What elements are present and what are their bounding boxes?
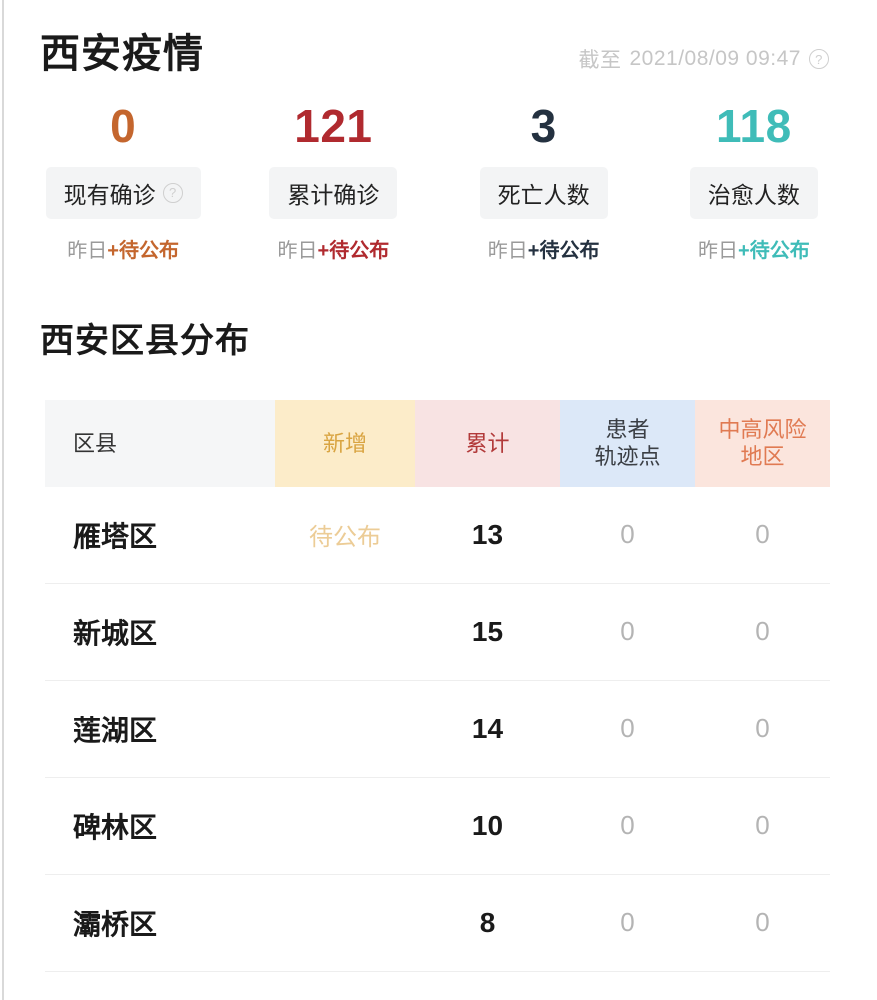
stat-label-pill: 现有确诊 ? [45,166,201,219]
stat-label-text: 累计确诊 [287,181,380,208]
cell-risk: 0 [695,777,830,875]
update-time-value: 2021/08/09 09:47 [629,47,801,70]
stat-sub-prefix: 昨日 [698,239,739,262]
cell-risk: 0 [695,680,830,778]
cell-total: 15 [415,583,560,681]
table-body: 雁塔区 待公布 13 0 0 新城区 15 0 0 莲湖区 14 0 0 碑林区… [45,486,830,972]
cell-track: 0 [560,486,695,584]
cell-total: 14 [415,680,560,778]
stat-card-recovered: 118 治愈人数 昨日+待公布 [649,100,859,263]
page-title: 西安疫情 [40,32,204,76]
stat-sub-delta: +待公布 [527,239,600,262]
column-header-patient-track-points[interactable]: 患者 轨迹点 [560,399,695,487]
table-header-row: 区县 新增 累计 患者 轨迹点 中高风险 地区 [45,399,830,487]
stat-value: 3 [530,100,557,152]
stat-value: 0 [110,100,137,152]
stat-sub: 昨日+待公布 [488,234,600,263]
cell-total: 13 [415,486,560,584]
stat-help-icon[interactable]: ? [162,182,183,203]
cell-new [275,680,415,778]
cell-new [275,874,415,972]
update-time-prefix: 截至 [578,49,622,72]
cell-region: 灞桥区 [45,874,275,972]
table-row[interactable]: 雁塔区 待公布 13 0 0 [45,486,830,584]
district-table-wrap: 区县 新增 累计 患者 轨迹点 中高风险 地区 雁塔区 待公布 13 0 0 新… [45,399,830,972]
column-header-track-line1: 患者 [605,416,650,442]
update-time-group: 截至 2021/08/09 09:47 ? [578,44,829,74]
cell-region: 莲湖区 [45,680,275,778]
help-icon[interactable]: ? [809,49,829,69]
stat-value: 118 [716,100,792,152]
stat-label-text: 现有确诊 [63,181,156,208]
stat-label-pill: 死亡人数 [479,166,608,219]
column-header-risk-areas[interactable]: 中高风险 地区 [695,399,830,487]
stat-sub-prefix: 昨日 [277,239,318,262]
cell-risk: 0 [695,583,830,681]
cell-risk: 0 [695,486,830,584]
cell-region: 碑林区 [45,777,275,875]
table-row[interactable]: 灞桥区 8 0 0 [45,874,830,972]
cell-total: 8 [415,874,560,972]
district-distribution-table: 区县 新增 累计 患者 轨迹点 中高风险 地区 雁塔区 待公布 13 0 0 新… [45,399,830,972]
table-header: 区县 新增 累计 患者 轨迹点 中高风险 地区 [45,399,830,487]
table-row[interactable]: 新城区 15 0 0 [45,583,830,681]
column-header-risk-line2: 地区 [740,444,785,470]
stat-sub: 昨日+待公布 [67,234,179,263]
cell-new [275,777,415,875]
stat-sub-prefix: 昨日 [67,239,108,262]
stat-card-deaths: 3 死亡人数 昨日+待公布 [439,100,649,263]
cell-new [275,583,415,681]
cell-region: 新城区 [45,583,275,681]
epidemic-dashboard-page: 西安疫情 截至 2021/08/09 09:47 ? 0 现有确诊 ? 昨日+待… [0,0,877,1000]
cell-new: 待公布 [275,486,415,584]
stat-card-cumulative-confirmed: 121 累计确诊 昨日+待公布 [228,100,438,263]
summary-stats: 0 现有确诊 ? 昨日+待公布 121 累计确诊 昨日+待公布 3 死亡人数 昨… [0,78,877,263]
stat-sub-delta: +待公布 [738,239,810,262]
column-header-risk-line1: 中高风险 [718,416,807,442]
cell-total: 10 [415,777,560,875]
cell-region: 雁塔区 [45,486,275,584]
cell-track: 0 [560,583,695,681]
stat-card-current-confirmed: 0 现有确诊 ? 昨日+待公布 [18,100,228,263]
cell-track: 0 [560,777,695,875]
table-row[interactable]: 莲湖区 14 0 0 [45,680,830,778]
district-section-title: 西安区县分布 [40,321,250,360]
stat-label-text: 治愈人数 [707,181,800,208]
cell-track: 0 [560,680,695,778]
cell-risk: 0 [695,874,830,972]
stat-label-text: 死亡人数 [497,181,590,208]
column-header-track-line2: 轨迹点 [594,444,661,470]
cell-track: 0 [560,874,695,972]
stat-value: 121 [294,100,373,152]
stat-sub-delta: +待公布 [317,239,390,262]
stat-sub: 昨日+待公布 [278,234,390,263]
column-header-region[interactable]: 区县 [45,399,275,487]
stat-label-pill: 累计确诊 [269,166,398,219]
stat-sub-delta: +待公布 [107,239,179,262]
table-row[interactable]: 碑林区 10 0 0 [45,777,830,875]
column-header-total[interactable]: 累计 [415,399,560,487]
stat-sub: 昨日+待公布 [698,234,810,263]
page-header: 西安疫情 截至 2021/08/09 09:47 ? [0,0,877,78]
stat-sub-prefix: 昨日 [487,239,528,262]
stat-label-pill: 治愈人数 [689,166,818,219]
column-header-new[interactable]: 新增 [275,399,415,487]
